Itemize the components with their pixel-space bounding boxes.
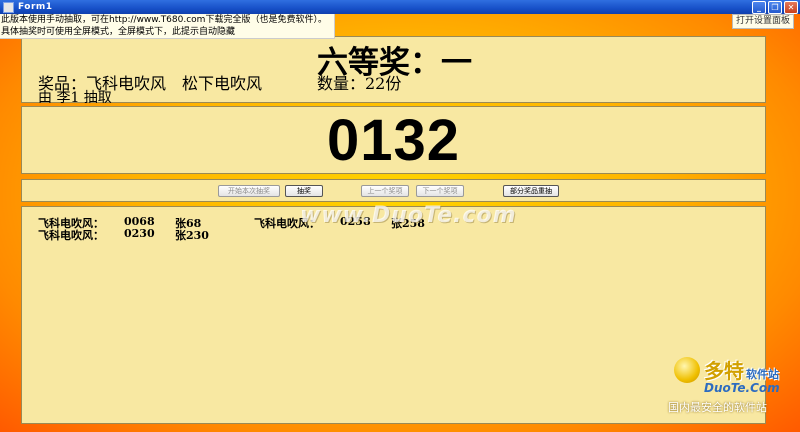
redraw-partial-button[interactable]: 部分奖品重抽 [503,185,559,197]
prize-info-panel: 六等奖：一 奖品：飞科电吹风 松下电吹风 数量：22份 由 李1 抽取 [21,36,766,103]
prize-quantity: 数量：22份 [317,74,402,93]
result-name: 张258 [391,217,425,230]
result-prize: 飞科电吹风： [254,217,320,230]
prev-prize-button[interactable]: 上一个奖项 [361,185,409,197]
app-icon [3,1,14,13]
result-number: 0230 [124,227,155,240]
window-titlebar: Form1 _ ❐ ✕ [0,0,800,14]
result-name: 张230 [175,229,209,242]
current-number: 0132 [326,108,461,173]
control-panel: 开始本次抽奖 抽奖 上一个奖项 下一个奖项 部分奖品重抽 [21,179,766,202]
hint-banner: 此版本使用手动抽取，可在http://www.T680.com下载完全版（也是免… [0,14,335,39]
minimize-button[interactable]: _ [752,1,766,14]
number-display-panel: 0132 [21,106,766,174]
start-round-button[interactable]: 开始本次抽奖 [218,185,280,197]
hint-line-1: 此版本使用手动抽取，可在http://www.T680.com下载完全版（也是免… [1,15,327,25]
restore-button[interactable]: ❐ [768,1,782,14]
close-button[interactable]: ✕ [784,1,798,14]
result-number: 0258 [340,215,371,228]
open-settings-button[interactable]: 打开设置面板 [731,14,794,29]
window-title: Form1 [18,2,53,12]
window-controls: _ ❐ ✕ [752,1,798,14]
next-prize-button[interactable]: 下一个奖项 [416,185,464,197]
results-panel: 飞科电吹风： 0068 张68 飞科电吹风： 0258 张258 飞科电吹风： … [21,206,766,424]
drawn-by-label: 由 李1 抽取 [38,90,112,103]
draw-button[interactable]: 抽奖 [285,185,323,197]
result-prize: 飞科电吹风： [38,229,104,242]
hint-line-2: 具体抽奖时可使用全屏模式，全屏模式下，此提示自动隐藏 [1,27,236,37]
